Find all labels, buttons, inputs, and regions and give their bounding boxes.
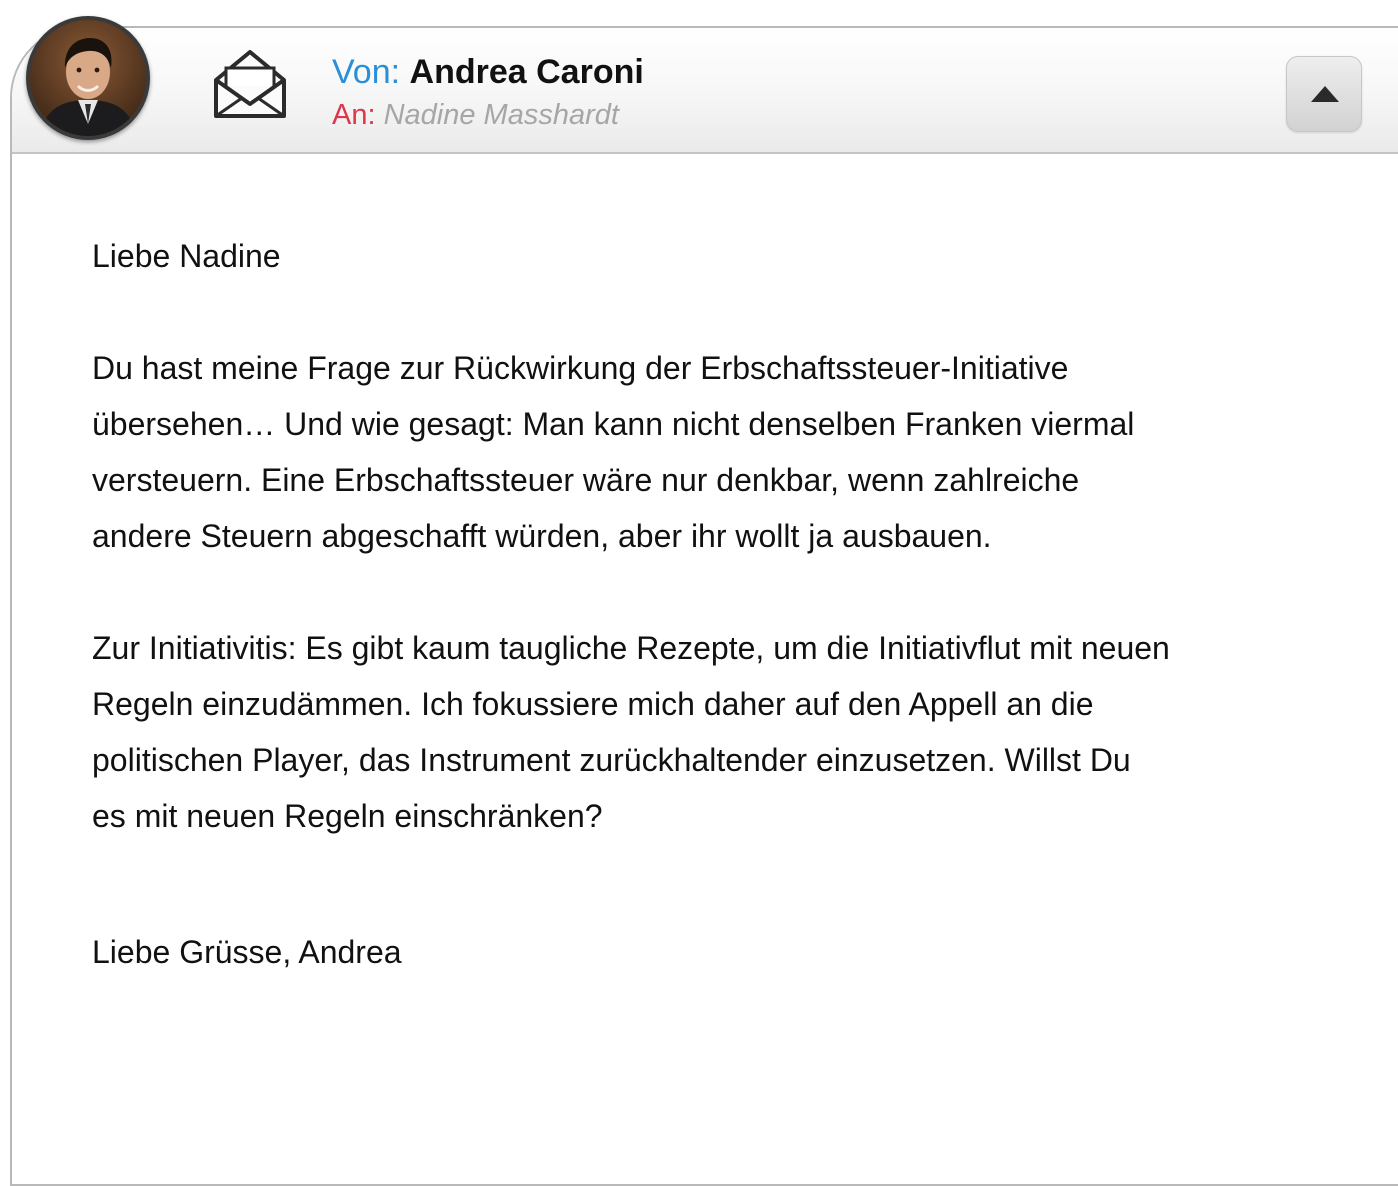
sender-name[interactable]: Andrea Caroni bbox=[410, 53, 644, 91]
message-body: Liebe Nadine Du hast meine Frage zur Rüc… bbox=[92, 228, 1172, 980]
recipient-name[interactable]: Nadine Masshardt bbox=[384, 99, 619, 131]
greeting: Liebe Nadine bbox=[92, 238, 281, 274]
collapse-button[interactable] bbox=[1286, 56, 1362, 132]
to-line: An: Nadine Masshardt bbox=[332, 96, 644, 134]
message-card: Von: Andrea Caroni An: Nadine Masshardt … bbox=[10, 26, 1398, 1186]
body-paragraph-1: Du hast meine Frage zur Rückwirkung der … bbox=[92, 350, 1135, 554]
message-header: Von: Andrea Caroni An: Nadine Masshardt bbox=[12, 28, 1398, 154]
avatar[interactable] bbox=[26, 16, 150, 140]
signoff: Liebe Grüsse, Andrea bbox=[92, 934, 402, 970]
triangle-up-icon bbox=[1311, 86, 1339, 102]
from-line: Von: Andrea Caroni bbox=[332, 48, 644, 96]
envelope-open-icon bbox=[212, 46, 288, 122]
body-paragraph-2: Zur Initiativitis: Es gibt kaum tauglich… bbox=[92, 630, 1170, 834]
header-text: Von: Andrea Caroni An: Nadine Masshardt bbox=[332, 48, 644, 134]
to-label: An: bbox=[332, 99, 376, 131]
from-label: Von: bbox=[332, 53, 401, 91]
